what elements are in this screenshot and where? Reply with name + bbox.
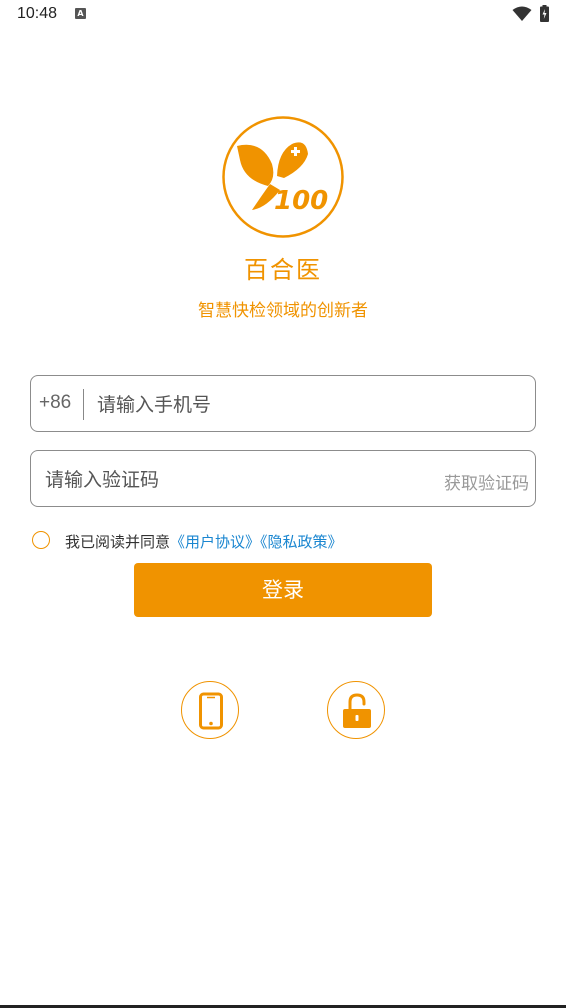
agree-checkbox[interactable] [32,531,50,549]
unlock-icon [343,693,371,728]
status-bar: 10:48 A [0,0,566,30]
notification-a-icon: A [75,8,86,19]
wifi-icon [512,6,532,21]
agreement-row: 我已阅读并同意《用户协议》《隐私政策》 [32,530,432,552]
login-button[interactable]: 登录 [134,563,432,617]
verification-code-input[interactable] [45,464,425,495]
field-divider [83,389,84,420]
app-slogan: 智慧快检领域的创新者 [198,301,368,321]
phone-field[interactable]: +86 [30,375,536,432]
smartphone-icon [199,692,223,730]
get-code-button[interactable]: 获取验证码 [444,469,529,494]
country-code[interactable]: +86 [39,392,71,414]
password-login-button[interactable] [327,681,385,739]
phone-login-button[interactable] [181,681,239,739]
app-logo: 100 [222,116,344,238]
logo-number: 100 [274,186,328,216]
privacy-policy-link[interactable]: 《隐私政策》 [260,533,343,551]
user-agreement-link[interactable]: 《用户协议》 [170,533,260,551]
app-name: 百合医 [244,256,322,284]
phone-input[interactable] [97,389,517,420]
status-time: 10:48 [17,5,58,22]
agreement-text: 我已阅读并同意《用户协议》《隐私政策》 [65,531,343,552]
verification-code-field[interactable]: 获取验证码 [30,450,536,507]
agreement-prefix: 我已阅读并同意 [65,533,171,551]
battery-charging-icon [540,5,549,22]
